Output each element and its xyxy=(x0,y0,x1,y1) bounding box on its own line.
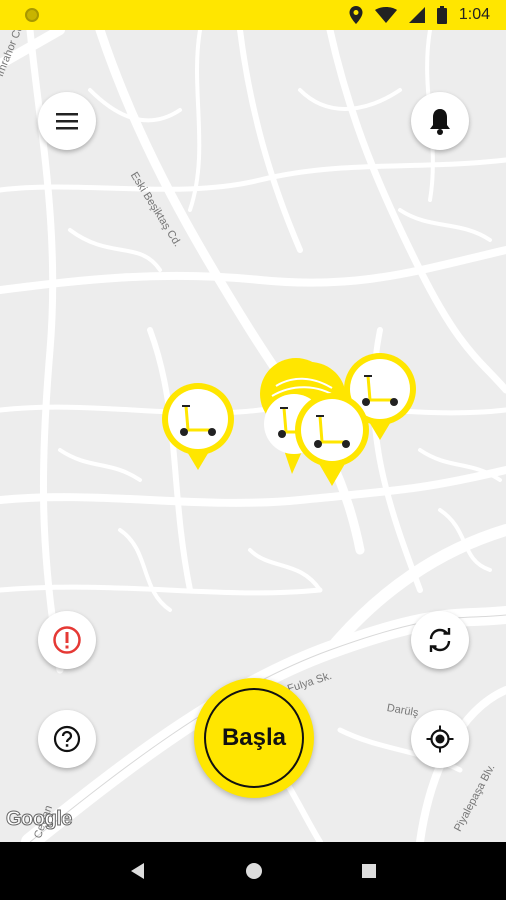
refresh-button[interactable] xyxy=(411,611,469,669)
status-time: 1:04 xyxy=(458,6,490,23)
alert-icon xyxy=(53,626,81,654)
start-ride-label: Başla xyxy=(204,688,304,788)
bell-icon xyxy=(430,109,450,135)
google-logo: Google xyxy=(6,808,73,831)
battery-icon xyxy=(436,6,447,24)
recents-icon[interactable] xyxy=(361,863,377,879)
location-icon xyxy=(349,6,363,24)
scooter-pin[interactable] xyxy=(158,382,238,474)
status-icons: 1:04 xyxy=(349,0,490,30)
notification-dot-icon xyxy=(25,8,39,22)
menu-button[interactable] xyxy=(38,92,96,150)
menu-icon xyxy=(56,113,78,130)
wifi-icon xyxy=(374,7,397,23)
report-issue-button[interactable] xyxy=(38,611,96,669)
start-ride-button[interactable]: Başla xyxy=(194,678,314,798)
home-icon[interactable] xyxy=(245,862,263,880)
signal-icon xyxy=(408,7,425,23)
scooter-pin[interactable] xyxy=(292,392,372,488)
locate-icon xyxy=(426,725,454,753)
notifications-button[interactable] xyxy=(411,92,469,150)
status-bar: 1:04 xyxy=(0,0,506,30)
refresh-icon xyxy=(429,628,451,652)
system-nav-bar xyxy=(0,842,506,900)
help-icon xyxy=(53,725,81,753)
help-button[interactable] xyxy=(38,710,96,768)
back-icon[interactable] xyxy=(129,862,147,880)
locate-me-button[interactable] xyxy=(411,710,469,768)
